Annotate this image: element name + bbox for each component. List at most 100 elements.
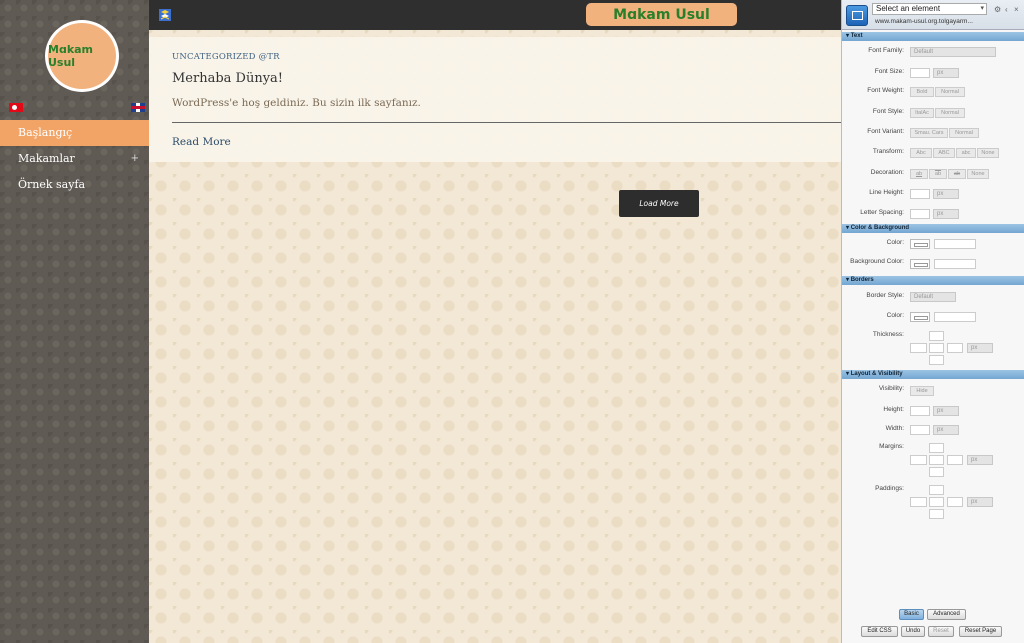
post-title[interactable]: Merhaba Dünya! [172, 71, 283, 86]
background-color-swatch[interactable] [910, 259, 930, 269]
nav-item-home[interactable]: Başlangıç [0, 120, 149, 146]
letter-spacing-label: Letter Spacing: [860, 209, 904, 216]
capitalize-button[interactable]: Abc [910, 148, 932, 158]
section-borders[interactable]: ▾ Borders [842, 276, 1024, 285]
border-top-input[interactable] [929, 331, 944, 341]
post-category-link[interactable]: UNCATEGORIZED @TR [172, 52, 280, 62]
nav-item-makamlar[interactable]: Makamlar + [0, 146, 149, 172]
load-more-button[interactable]: Load More [619, 190, 699, 217]
collapse-icon[interactable]: ‹ [1005, 5, 1008, 14]
weight-normal-button[interactable]: Normal [935, 87, 965, 97]
margin-bottom-input[interactable] [929, 467, 944, 477]
margin-right-input[interactable] [947, 455, 963, 465]
border-style-value: Default [914, 294, 934, 300]
paddings-unit-select[interactable]: px [967, 497, 993, 507]
decoration-none-button[interactable]: None [967, 169, 989, 179]
post-excerpt: WordPress'e hoş geldiniz. Bu sizin ilk s… [172, 97, 421, 109]
section-color-background[interactable]: ▾ Color & Background [842, 224, 1024, 233]
margin-top-input[interactable] [929, 443, 944, 453]
nav-item-label: Başlangıç [18, 126, 73, 139]
margin-center-input[interactable] [929, 455, 944, 465]
header-logo[interactable]: Mɑkam Usul [586, 3, 737, 26]
border-style-select[interactable]: Default [910, 292, 956, 302]
basic-tab-button[interactable]: Basic [899, 609, 924, 620]
site-logo[interactable]: Mɑkam Usul [45, 20, 119, 92]
unit-value: px [937, 70, 944, 76]
transform-none-button[interactable]: None [977, 148, 999, 158]
border-right-input[interactable] [947, 343, 963, 353]
letter-spacing-input[interactable] [910, 209, 930, 219]
lowercase-button[interactable]: abc [956, 148, 976, 158]
font-weight-label: Font Weight: [867, 87, 904, 94]
edit-css-button[interactable]: Edit CSS [861, 626, 898, 637]
font-size-unit-select[interactable]: px [933, 68, 959, 78]
margins-unit-select[interactable]: px [967, 455, 993, 465]
section-layout-visibility[interactable]: ▾ Layout & Visibility [842, 370, 1024, 379]
color-input[interactable] [934, 239, 976, 249]
expand-icon[interactable]: + [131, 146, 139, 172]
height-unit-select[interactable]: px [933, 406, 959, 416]
border-center-input[interactable] [929, 343, 944, 353]
reset-page-button[interactable]: Reset Page [959, 626, 1002, 637]
unit-value: px [971, 499, 978, 505]
font-size-input[interactable] [910, 68, 930, 78]
italic-button[interactable]: ItalAc [910, 108, 934, 118]
width-input[interactable] [910, 425, 930, 435]
color-swatch[interactable] [910, 239, 930, 249]
width-unit-select[interactable]: px [933, 425, 959, 435]
uk-flag-icon[interactable] [131, 103, 145, 112]
post-card: UNCATEGORIZED @TR Merhaba Dünya! WordPre… [149, 37, 841, 162]
nav-item-sample-page[interactable]: Örnek sayfa [0, 172, 149, 198]
hide-button[interactable]: Hide [910, 386, 934, 396]
underline-button[interactable]: ab [910, 169, 928, 179]
line-height-unit-select[interactable]: px [933, 189, 959, 199]
main-content: UNCATEGORIZED @TR Merhaba Dünya! WordPre… [149, 30, 841, 643]
section-text[interactable]: ▾ Text [842, 32, 1024, 41]
background-color-input[interactable] [934, 259, 976, 269]
panel-header: Select an element www.makam-usul.org.tol… [842, 0, 1024, 30]
small-caps-button[interactable]: Smau. Cars [910, 128, 948, 138]
letter-spacing-unit-select[interactable]: px [933, 209, 959, 219]
line-through-button[interactable]: ab [948, 169, 966, 179]
line-height-input[interactable] [910, 189, 930, 199]
thickness-unit-select[interactable]: px [967, 343, 993, 353]
line-height-label: Line Height: [869, 189, 904, 196]
style-normal-button[interactable]: Normal [935, 108, 965, 118]
overline-button[interactable]: ab [929, 169, 947, 179]
padding-bottom-input[interactable] [929, 509, 944, 519]
element-picker-icon[interactable] [846, 5, 868, 26]
read-more-link[interactable]: Read More [172, 136, 231, 148]
padding-top-input[interactable] [929, 485, 944, 495]
font-family-value: Default [914, 49, 934, 55]
border-color-label: Color: [886, 312, 904, 319]
variant-normal-button[interactable]: Normal [949, 128, 979, 138]
padding-left-input[interactable] [910, 497, 927, 507]
unit-value: px [937, 191, 944, 197]
panel-url: www.makam-usul.org.tolgayarm... [875, 18, 973, 25]
border-style-label: Border Style: [866, 292, 904, 299]
advanced-tab-button[interactable]: Advanced [927, 609, 966, 620]
uppercase-button[interactable]: ABC [933, 148, 955, 158]
close-icon[interactable]: × [1014, 5, 1019, 14]
sidebar: Mɑkam Usul Başlangıç Makamlar + Örnek sa… [0, 0, 149, 643]
turkish-flag-icon[interactable] [9, 103, 23, 112]
font-family-select[interactable]: Default [910, 47, 996, 57]
post-divider [172, 122, 841, 123]
height-input[interactable] [910, 406, 930, 416]
bold-button[interactable]: Bold [910, 87, 934, 97]
reset-button[interactable]: Reset [928, 626, 954, 637]
element-select[interactable]: Select an element [872, 3, 987, 15]
unit-value: px [971, 345, 978, 351]
gear-icon[interactable]: ⚙ [994, 5, 1001, 14]
padding-center-input[interactable] [929, 497, 944, 507]
border-bottom-input[interactable] [929, 355, 944, 365]
padding-right-input[interactable] [947, 497, 963, 507]
border-color-swatch[interactable] [910, 312, 930, 322]
margin-left-input[interactable] [910, 455, 927, 465]
plugin-icon[interactable] [158, 8, 172, 22]
undo-button[interactable]: Undo [901, 626, 925, 637]
border-left-input[interactable] [910, 343, 927, 353]
header-logo-text: Mɑkam Usul [613, 6, 710, 23]
border-color-input[interactable] [934, 312, 976, 322]
transform-label: Transform: [872, 148, 904, 155]
